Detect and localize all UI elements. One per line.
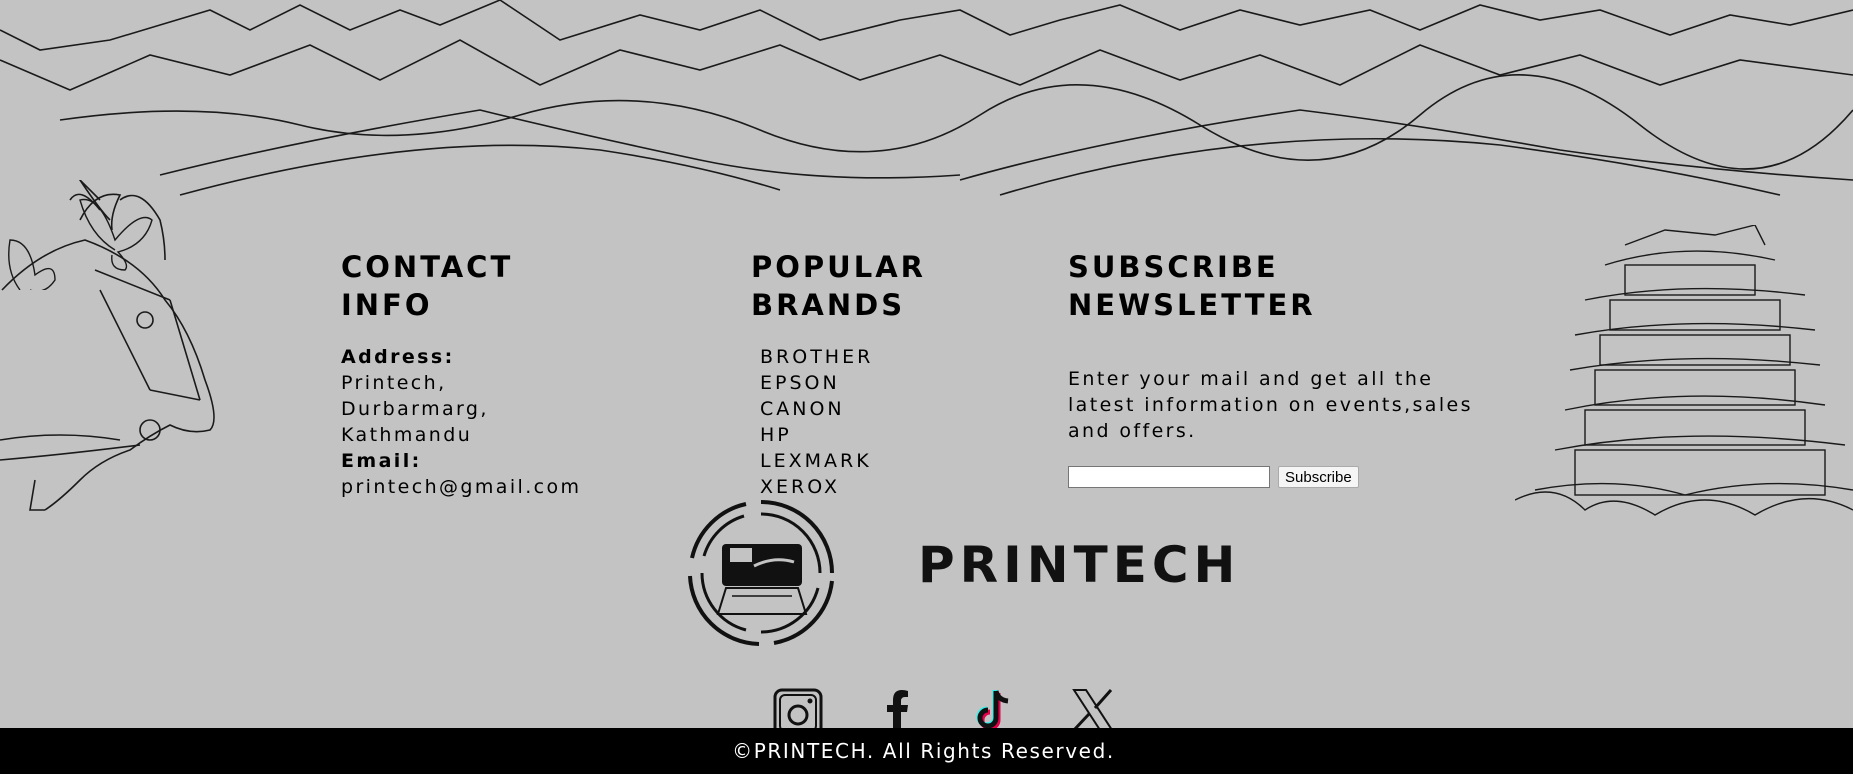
brand-item[interactable]: EPSON [760, 370, 951, 396]
pagoda-illustration [1515, 225, 1853, 516]
x-icon[interactable] [1068, 688, 1118, 730]
newsletter-section: SUBSCRIBE NEWSLETTER Enter your mail and… [1068, 248, 1508, 488]
mountains-illustration [0, 0, 1853, 196]
contact-info-section: CONTACT INFO Address: Printech, Durbarma… [341, 248, 641, 500]
subscribe-button[interactable]: Subscribe [1278, 466, 1359, 488]
instagram-icon[interactable] [773, 688, 823, 730]
email-value: printech@gmail.com [341, 476, 582, 498]
popular-brands-section: POPULAR BRANDS BROTHER EPSON CANON HP LE… [751, 248, 951, 500]
newsletter-description: Enter your mail and get all the latest i… [1068, 368, 1473, 442]
printech-logo-emblem [688, 500, 834, 646]
brands-heading: POPULAR BRANDS [751, 250, 926, 322]
newsletter-heading: SUBSCRIBE NEWSLETTER [1068, 250, 1316, 322]
facebook-icon[interactable] [873, 688, 923, 730]
tiktok-icon[interactable] [968, 688, 1018, 730]
brand-item[interactable]: LEXMARK [760, 448, 951, 474]
brand-list: BROTHER EPSON CANON HP LEXMARK XEROX [760, 344, 951, 500]
newsletter-email-input[interactable] [1068, 466, 1270, 488]
contact-heading: CONTACT INFO [341, 250, 514, 322]
brand-item[interactable]: BROTHER [760, 344, 951, 370]
brand-item[interactable]: HP [760, 422, 951, 448]
footer-bar: ©PRINTECH. All Rights Reserved. [0, 728, 1853, 774]
copyright-text: ©PRINTECH. All Rights Reserved. [732, 739, 1115, 763]
email-label: Email: [341, 450, 422, 472]
address-label: Address: [341, 346, 455, 368]
brand-item[interactable]: CANON [760, 396, 951, 422]
subscribe-form: Subscribe [1068, 466, 1508, 488]
address-line: Durbarmarg, [341, 398, 489, 420]
printech-logo-text: PRINTECH [918, 536, 1241, 594]
butterfly-illustration [8, 198, 153, 290]
address-line: Kathmandu [341, 424, 473, 446]
address-line: Printech, [341, 372, 447, 394]
